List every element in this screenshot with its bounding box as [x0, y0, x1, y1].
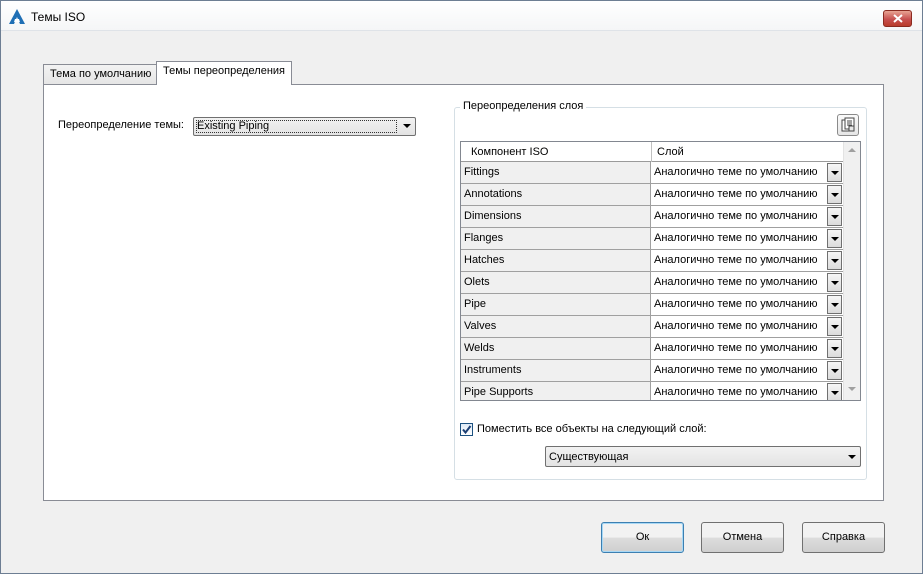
layer-value: Аналогично теме по умолчанию [654, 210, 818, 222]
ok-button[interactable]: Ок [601, 522, 684, 553]
layer-value: Аналогично теме по умолчанию [654, 386, 818, 398]
window-title: Темы ISO [31, 10, 86, 24]
layer-dropdown-button[interactable] [827, 185, 842, 204]
place-all-label: Поместить все объекты на следующий слой: [477, 423, 707, 435]
layer-value: Аналогично теме по умолчанию [654, 276, 818, 288]
title-bar: Темы ISO [1, 1, 922, 31]
layer-dropdown-button[interactable] [827, 295, 842, 314]
component-cell: Fittings [461, 162, 651, 183]
table-row: Olets Аналогично теме по умолчанию [461, 272, 844, 294]
tab-panel: Переопределение темы: Existing Piping Пе… [43, 84, 884, 501]
scroll-down-icon[interactable] [848, 387, 856, 391]
layer-dropdown-button[interactable] [827, 163, 842, 182]
layer-cell[interactable]: Аналогично теме по умолчанию [651, 250, 844, 271]
table-row: Welds Аналогично теме по умолчанию [461, 338, 844, 360]
column-header-component[interactable]: Компонент ISO [471, 146, 548, 158]
grid-vertical-scrollbar[interactable] [843, 142, 860, 400]
layer-overrides-grid: Компонент ISO Слой Fittings Аналогично т… [460, 141, 861, 401]
override-theme-dropdown[interactable]: Existing Piping [193, 117, 416, 136]
table-row: Annotations Аналогично теме по умолчанию [461, 184, 844, 206]
table-row: Dimensions Аналогично теме по умолчанию [461, 206, 844, 228]
layer-dropdown-button[interactable] [827, 361, 842, 380]
table-row: Hatches Аналогично теме по умолчанию [461, 250, 844, 272]
component-cell: Pipe [461, 294, 651, 315]
layer-cell[interactable]: Аналогично теме по умолчанию [651, 382, 844, 400]
component-cell: Valves [461, 316, 651, 337]
layer-cell[interactable]: Аналогично теме по умолчанию [651, 228, 844, 249]
component-cell: Welds [461, 338, 651, 359]
layer-value: Аналогично теме по умолчанию [654, 364, 818, 376]
tab-override-themes[interactable]: Темы переопределения [156, 61, 293, 85]
layer-overrides-title: Переопределения слоя [460, 100, 587, 112]
table-row: Flanges Аналогично теме по умолчанию [461, 228, 844, 250]
layer-cell[interactable]: Аналогично теме по умолчанию [651, 162, 844, 183]
close-button[interactable] [883, 10, 912, 27]
tab-label: Темы переопределения [163, 65, 286, 77]
table-row: Pipe Supports Аналогично теме по умолчан… [461, 382, 844, 400]
column-separator[interactable] [651, 142, 652, 162]
layer-cell[interactable]: Аналогично теме по умолчанию [651, 338, 844, 359]
tab-label: Тема по умолчанию [50, 68, 152, 80]
layer-value: Аналогично теме по умолчанию [654, 254, 818, 266]
table-row: Valves Аналогично теме по умолчанию [461, 316, 844, 338]
layer-cell[interactable]: Аналогично теме по умолчанию [651, 184, 844, 205]
layer-value: Аналогично теме по умолчанию [654, 320, 818, 332]
target-layer-dropdown[interactable]: Существующая [545, 446, 861, 467]
layer-cell[interactable]: Аналогично теме по умолчанию [651, 206, 844, 227]
layer-cell[interactable]: Аналогично теме по умолчанию [651, 294, 844, 315]
layer-value: Аналогично теме по умолчанию [654, 166, 818, 178]
layer-dropdown-button[interactable] [827, 251, 842, 270]
table-row: Pipe Аналогично теме по умолчанию [461, 294, 844, 316]
layer-dropdown-button[interactable] [827, 339, 842, 358]
layer-value: Аналогично теме по умолчанию [654, 342, 818, 354]
component-cell: Flanges [461, 228, 651, 249]
layer-cell[interactable]: Аналогично теме по умолчанию [651, 360, 844, 381]
override-theme-value: Existing Piping [197, 120, 270, 132]
layer-dropdown-button[interactable] [827, 317, 842, 336]
component-cell: Dimensions [461, 206, 651, 227]
scroll-up-icon[interactable] [848, 148, 856, 152]
layer-dropdown-button[interactable] [827, 273, 842, 292]
component-cell: Instruments [461, 360, 651, 381]
close-icon [892, 14, 903, 23]
layer-cell[interactable]: Аналогично теме по умолчанию [651, 272, 844, 293]
chevron-down-icon [403, 124, 411, 128]
chevron-down-icon [848, 455, 856, 459]
component-cell: Hatches [461, 250, 651, 271]
layer-properties-icon [841, 117, 855, 132]
cancel-button[interactable]: Отмена [701, 522, 784, 553]
place-all-checkbox[interactable] [460, 423, 473, 436]
table-row: Fittings Аналогично теме по умолчанию [461, 162, 844, 184]
dialog-client-area: Тема по умолчанию Темы переопределения П… [9, 32, 914, 566]
layer-value: Аналогично теме по умолчанию [654, 188, 818, 200]
grid-header: Компонент ISO Слой [461, 142, 844, 162]
tab-default-theme[interactable]: Тема по умолчанию [43, 64, 159, 85]
column-header-layer[interactable]: Слой [657, 146, 684, 158]
layer-cell[interactable]: Аналогично теме по умолчанию [651, 316, 844, 337]
autocad-app-icon [9, 9, 25, 24]
help-button[interactable]: Справка [802, 522, 885, 553]
layer-dropdown-button[interactable] [827, 229, 842, 248]
override-theme-label: Переопределение темы: [58, 119, 184, 131]
component-cell: Olets [461, 272, 651, 293]
layer-properties-button[interactable] [837, 114, 859, 136]
component-cell: Annotations [461, 184, 651, 205]
checkmark-icon [462, 425, 472, 435]
component-cell: Pipe Supports [461, 382, 651, 400]
layer-dropdown-button[interactable] [827, 207, 842, 226]
table-row: Instruments Аналогично теме по умолчанию [461, 360, 844, 382]
dialog-window: Темы ISO Тема по умолчанию Темы переопре… [0, 0, 923, 574]
layer-value: Аналогично теме по умолчанию [654, 232, 818, 244]
layer-dropdown-button[interactable] [827, 383, 842, 400]
layer-value: Аналогично теме по умолчанию [654, 298, 818, 310]
target-layer-value: Существующая [549, 451, 629, 463]
